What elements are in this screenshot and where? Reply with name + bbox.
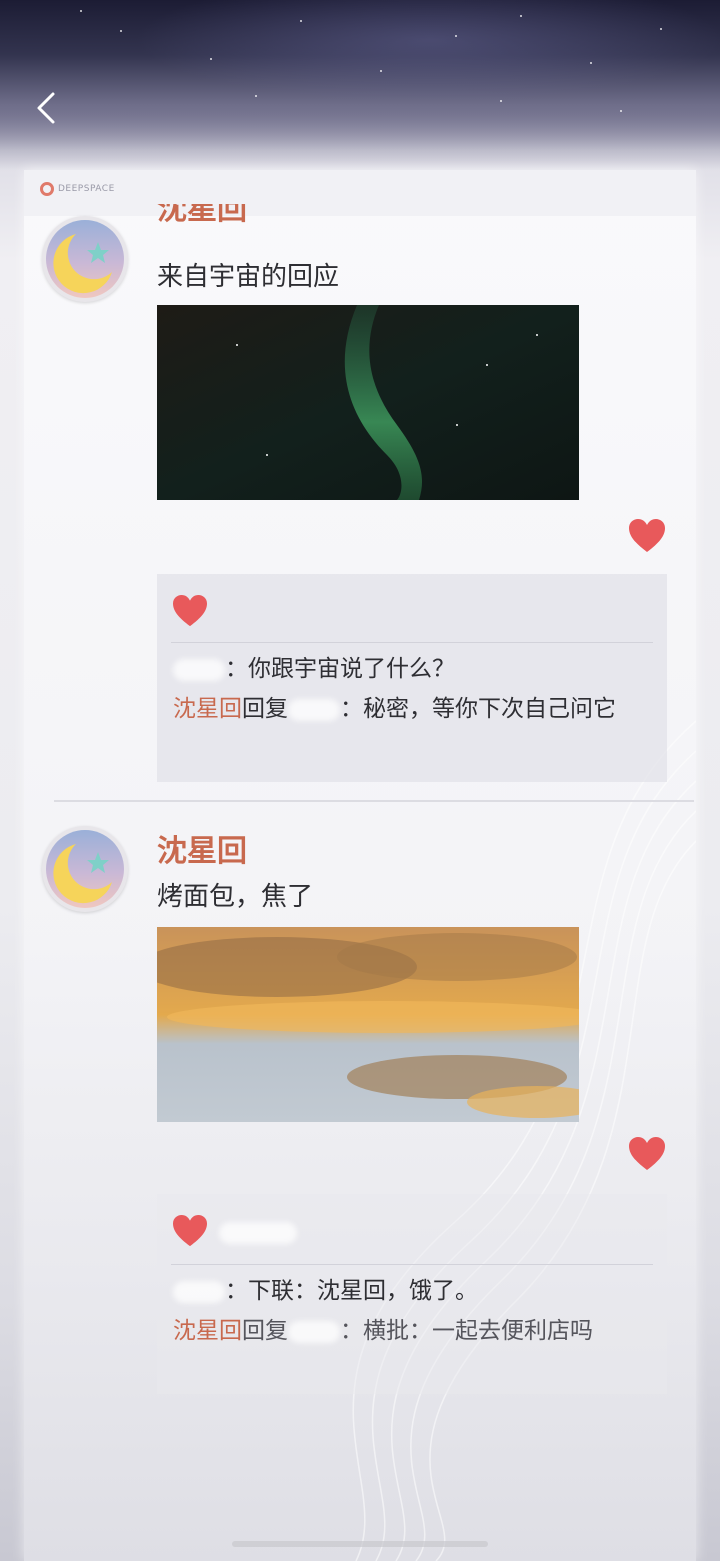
heart-icon [629, 1137, 665, 1170]
brand: DEEPSPACE [40, 182, 115, 196]
star [380, 70, 382, 72]
chevron-left-icon [37, 92, 55, 124]
star [255, 95, 257, 97]
post-text: 来自宇宙的回应 [157, 262, 340, 292]
author-name[interactable]: 沈星回 [157, 826, 247, 870]
star [520, 15, 522, 17]
blurred-name [288, 1320, 340, 1343]
blurred-name [173, 658, 225, 681]
sunset-clouds-photo [137, 927, 607, 1122]
aurora-photo [157, 305, 579, 500]
reply-author[interactable]: 沈星回 [173, 1318, 242, 1344]
comment-box: ：下联：沈星回，饿了。 沈星回回复 ：横批：一起去便利店吗 [157, 1194, 667, 1394]
comment-line[interactable]: 沈星回回复 ：横批：一起去便利店吗 [173, 1312, 637, 1351]
post-photo[interactable] [157, 305, 579, 500]
comment-line[interactable]: ：下联：沈星回，饿了。 [173, 1272, 637, 1311]
home-indicator[interactable] [232, 1541, 488, 1547]
comment-like-icon[interactable] [171, 594, 211, 632]
post-text: 烤面包，焦了 [157, 882, 314, 912]
brand-text: DEEPSPACE [58, 184, 115, 194]
star [455, 35, 457, 37]
heart-icon [173, 1214, 207, 1247]
blurred-name [288, 698, 340, 721]
post-separator [54, 800, 694, 802]
star [620, 110, 622, 112]
moments-card: DEEPSPACE 沈星回 来自宇宙的回应 ：你跟宇宙说了什么？ 沈星回回复 ：… [24, 170, 696, 1561]
star [500, 100, 502, 102]
comment-line[interactable]: ：你跟宇宙说了什么？ [173, 650, 637, 689]
avatar[interactable] [42, 826, 128, 912]
blurred-name [173, 1280, 225, 1303]
moon-avatar-icon [46, 220, 124, 298]
heart-icon [173, 594, 207, 627]
star [300, 20, 302, 22]
divider [171, 1264, 653, 1265]
deepspace-logo-icon [40, 182, 54, 196]
reply-author[interactable]: 沈星回 [173, 696, 242, 722]
heart-icon [629, 519, 665, 552]
avatar[interactable] [42, 216, 128, 302]
starry-header [0, 0, 720, 170]
blurred-name [219, 1222, 297, 1244]
star [660, 28, 662, 30]
moon-avatar-icon [46, 830, 124, 908]
divider [171, 642, 653, 643]
star [210, 58, 212, 60]
comment-line[interactable]: 沈星回回复 ：秘密，等你下次自己问它 [173, 690, 637, 729]
card-topbar: DEEPSPACE [24, 170, 696, 216]
comment-box: ：你跟宇宙说了什么？ 沈星回回复 ：秘密，等你下次自己问它 [157, 574, 667, 782]
like-button[interactable] [627, 518, 669, 558]
star [590, 62, 592, 64]
like-button[interactable] [627, 1136, 669, 1176]
post-photo[interactable] [137, 927, 607, 1122]
comment-like-icon[interactable] [171, 1214, 211, 1252]
back-button[interactable] [24, 86, 68, 130]
star [120, 30, 122, 32]
star [80, 10, 82, 12]
